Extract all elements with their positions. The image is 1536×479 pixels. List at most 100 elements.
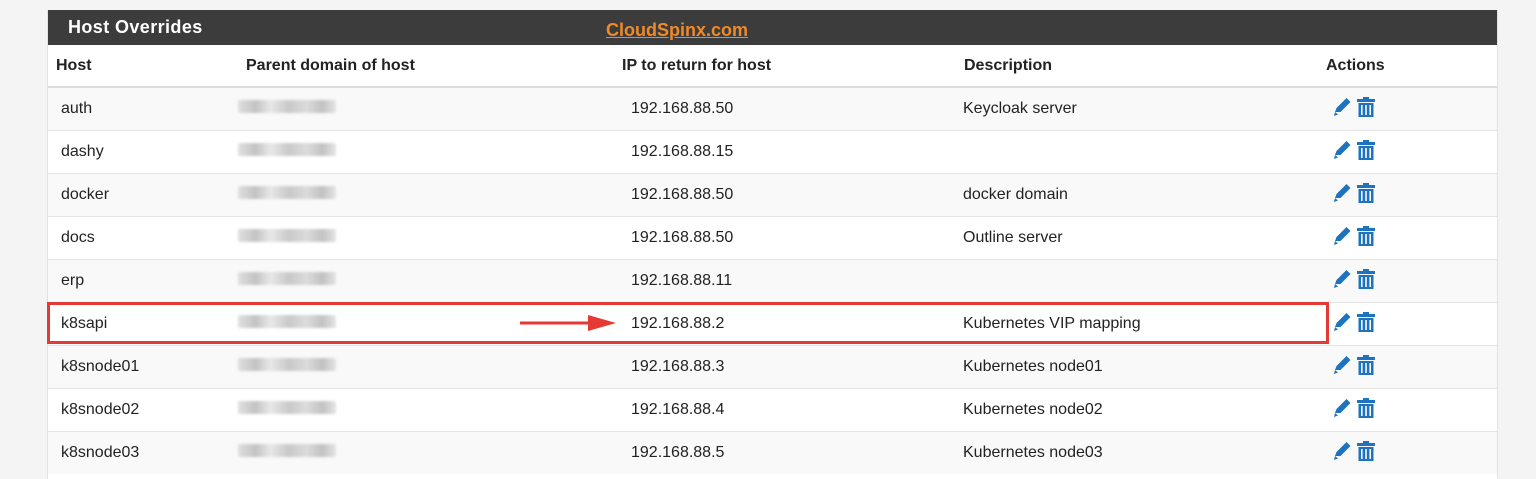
host-name: k8sapi [61,315,108,332]
description-cell: Kubernetes node02 [956,388,1326,432]
host-name: dashy [61,143,104,160]
host-name: erp [61,272,85,289]
ip-address: 192.168.88.11 [631,272,733,289]
description-text: Kubernetes node03 [963,444,1103,461]
pencil-icon[interactable] [1332,182,1352,204]
pencil-icon[interactable] [1332,268,1352,290]
description-cell: Kubernetes VIP mapping [956,302,1326,346]
host-cell: k8snode02 [48,388,238,432]
trash-icon[interactable] [1356,139,1376,161]
trash-icon[interactable] [1356,397,1376,419]
actions-cell [1326,431,1497,474]
actions-cell [1326,173,1497,217]
trash-icon[interactable] [1356,182,1376,204]
ip-address: 192.168.88.15 [631,143,734,160]
ip-cell: 192.168.88.3 [614,345,956,389]
pencil-icon[interactable] [1332,440,1352,462]
pencil-icon[interactable] [1332,311,1352,333]
redacted-parent-domain [238,229,336,242]
description-cell: Keycloak server [956,86,1326,131]
ip-address: 192.168.88.50 [631,229,734,246]
panel-header: Host Overrides CloudSpinx.com [48,10,1497,45]
pencil-icon[interactable] [1332,139,1352,161]
actions-cell [1326,130,1497,174]
panel-title: Host Overrides [68,17,203,37]
table-header-row: Host Parent domain of host IP to return … [48,45,1497,88]
ip-address: 192.168.88.5 [631,444,725,461]
parent-domain-cell [238,259,614,303]
header-description: Description [956,45,1326,88]
parent-domain-cell [238,216,614,260]
pencil-icon[interactable] [1332,225,1352,247]
description-cell: docker domain [956,173,1326,217]
redacted-parent-domain [238,358,336,371]
watermark-text: CloudSpinx.com [606,20,749,40]
header-parent-domain: Parent domain of host [238,45,614,88]
header-host: Host [48,45,238,88]
host-cell: docker [48,173,238,217]
host-cell: docs [48,216,238,260]
ip-cell: 192.168.88.11 [614,259,956,303]
table-row: auth 192.168.88.50 Keycloak server [48,86,1497,131]
redacted-parent-domain [238,186,336,199]
arrow-annotation [520,315,616,331]
redacted-parent-domain [238,272,336,285]
ip-cell: 192.168.88.2 [614,302,956,346]
host-name: k8snode02 [61,401,140,418]
actions-cell [1326,259,1497,303]
parent-domain-cell [238,345,614,389]
host-overrides-panel: Host Overrides CloudSpinx.com Host Paren… [47,10,1498,479]
trash-icon[interactable] [1356,268,1376,290]
description-cell [956,259,1326,303]
actions-cell [1326,86,1497,131]
ip-address: 192.168.88.50 [631,100,734,117]
trash-icon[interactable] [1356,225,1376,247]
host-name: docs [61,229,95,246]
table-row: k8sapi 192.168.88.2 Kubernetes VIP mappi… [48,302,1497,346]
description-text: docker domain [963,186,1068,203]
trash-icon[interactable] [1356,311,1376,333]
ip-cell: 192.168.88.4 [614,388,956,432]
header-actions: Actions [1326,45,1497,88]
host-cell: erp [48,259,238,303]
trash-icon[interactable] [1356,354,1376,376]
trash-icon[interactable] [1356,440,1376,462]
redacted-parent-domain [238,401,336,414]
description-text: Kubernetes VIP mapping [963,315,1141,332]
description-cell [956,130,1326,174]
pencil-icon[interactable] [1332,354,1352,376]
parent-domain-cell [238,86,614,131]
table-row: erp 192.168.88.11 [48,259,1497,303]
host-name: auth [61,100,93,117]
description-text: Kubernetes node02 [963,401,1103,418]
ip-address: 192.168.88.2 [631,315,725,332]
trash-icon[interactable] [1356,96,1376,118]
host-name: docker [61,186,110,203]
table-row: k8snode01 192.168.88.3 Kubernetes node01 [48,345,1497,389]
description-cell: Kubernetes node01 [956,345,1326,389]
pencil-icon[interactable] [1332,397,1352,419]
redacted-parent-domain [238,315,336,328]
ip-address: 192.168.88.50 [631,186,734,203]
table-row: k8snode03 192.168.88.5 Kubernetes node03 [48,431,1497,474]
host-cell: k8snode03 [48,431,238,474]
table-row: docs 192.168.88.50 Outline server [48,216,1497,260]
redacted-parent-domain [238,100,336,113]
host-cell: k8sapi [48,302,238,346]
description-cell: Outline server [956,216,1326,260]
host-name: k8snode03 [61,444,140,461]
parent-domain-cell [238,431,614,474]
ip-address: 192.168.88.4 [631,401,725,418]
host-overrides-table: Host Parent domain of host IP to return … [48,45,1497,474]
header-ip: IP to return for host [614,45,956,88]
ip-cell: 192.168.88.50 [614,86,956,131]
parent-domain-cell [238,388,614,432]
ip-cell: 192.168.88.50 [614,173,956,217]
pencil-icon[interactable] [1332,96,1352,118]
parent-domain-cell [238,130,614,174]
redacted-parent-domain [238,143,336,156]
actions-cell [1326,216,1497,260]
ip-cell: 192.168.88.15 [614,130,956,174]
actions-cell [1326,388,1497,432]
description-cell: Kubernetes node03 [956,431,1326,474]
